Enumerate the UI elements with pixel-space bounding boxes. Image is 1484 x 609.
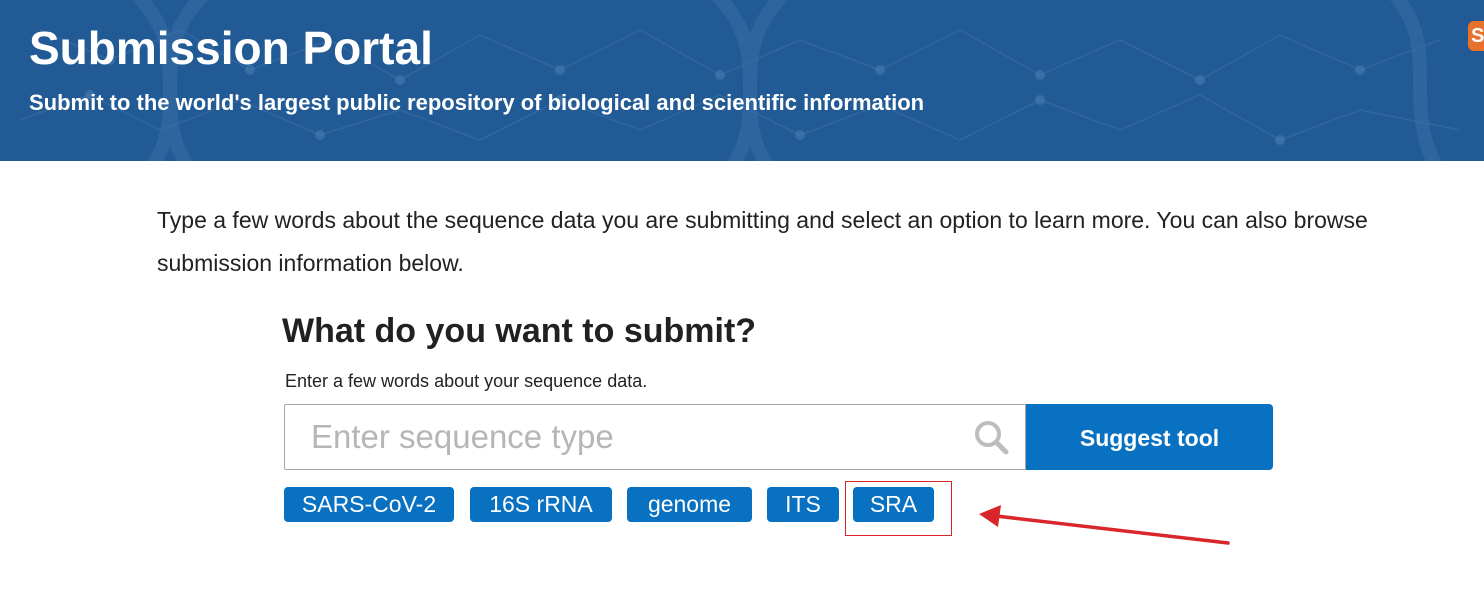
chip-genome[interactable]: genome xyxy=(627,487,752,522)
chip-sra[interactable]: SRA xyxy=(853,487,934,522)
chip-sars-cov-2[interactable]: SARS-CoV-2 xyxy=(284,487,454,522)
search-hint: Enter a few words about your sequence da… xyxy=(285,371,648,391)
page-subtitle: Submit to the world's largest public rep… xyxy=(29,90,925,115)
search-icon[interactable] xyxy=(972,418,1012,458)
chip-its[interactable]: ITS xyxy=(767,487,839,522)
intro-text: Type a few words about the sequence data… xyxy=(157,207,1368,276)
header-banner: Submission Portal Submit to the world's … xyxy=(0,0,1484,161)
page-title: Submission Portal xyxy=(29,22,433,74)
suggest-tool-button[interactable]: Suggest tool xyxy=(1026,404,1273,470)
search-input[interactable] xyxy=(285,405,965,469)
search-field xyxy=(284,404,1026,470)
search-heading: What do you want to submit? xyxy=(282,312,757,350)
corner-badge-icon[interactable]: S xyxy=(1468,21,1484,51)
chip-16s-rrna[interactable]: 16S rRNA xyxy=(470,487,612,522)
